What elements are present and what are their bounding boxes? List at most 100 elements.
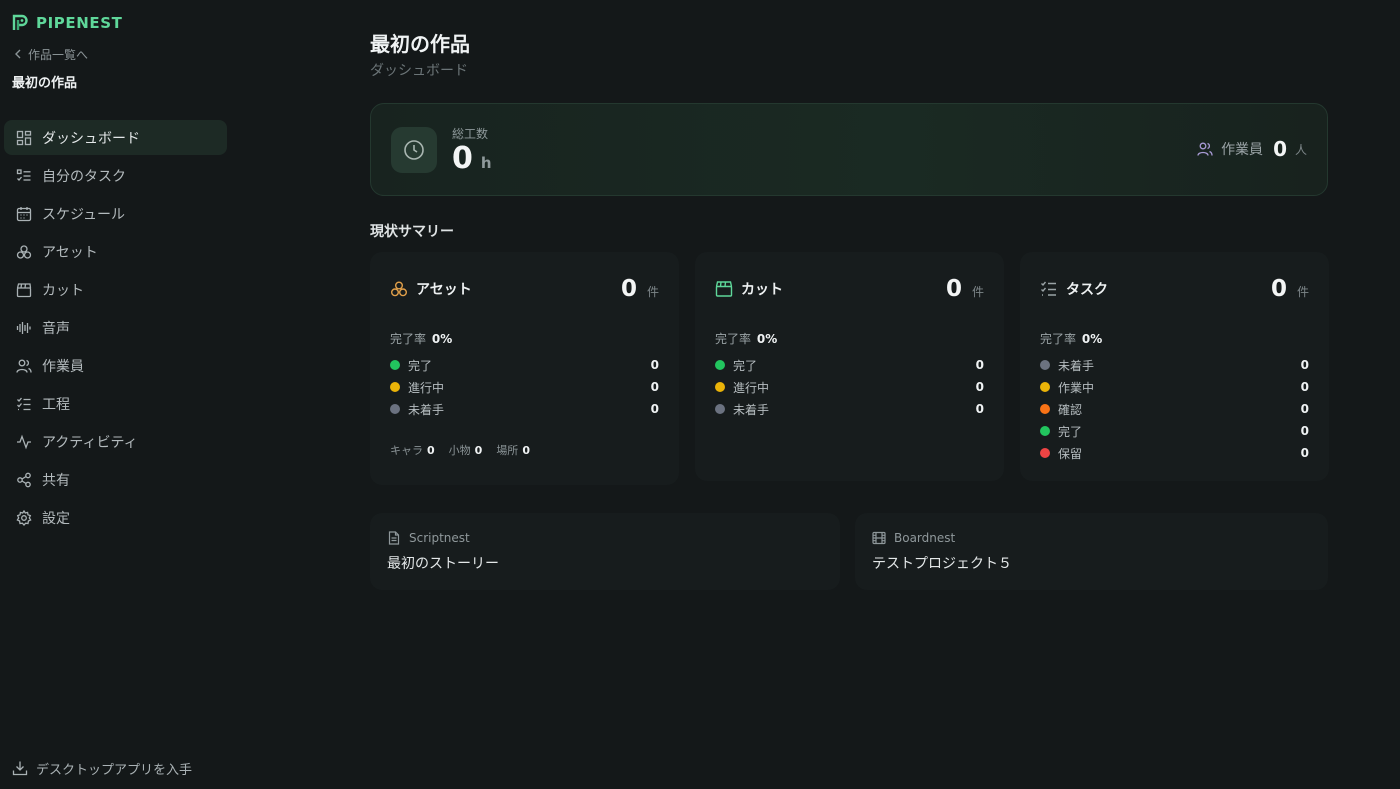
card-count-unit: 件 [971, 285, 984, 299]
status-dot [1040, 448, 1050, 458]
users-icon [16, 358, 32, 374]
status-list: 未着手 0 作業中 0 確認 0 完了 0 保留 0 [1040, 354, 1309, 464]
status-label: 作業中 [1058, 380, 1095, 395]
sidebar-item-assets[interactable]: アセット [4, 234, 227, 269]
completion-rate: 完了率 0% [390, 330, 452, 347]
completion-rate: 完了率 0% [1040, 330, 1102, 347]
cut-summary-card[interactable]: カット 0 件 完了率 0% 完了 0 進行中 0 未着手 0 [695, 252, 1004, 481]
sidebar-item-audio[interactable]: 音声 [4, 310, 227, 345]
status-value: 0 [1300, 402, 1309, 416]
status-value: 0 [1300, 424, 1309, 438]
task-list-icon [1040, 280, 1058, 298]
card-count: 0 [1270, 276, 1287, 302]
status-label: 完了 [1058, 424, 1083, 439]
back-to-works-link[interactable]: 作品一覧へ [14, 46, 88, 62]
status-dot [1040, 382, 1050, 392]
sidebar-item-label: スケジュール [42, 206, 126, 223]
asset-icon [16, 244, 32, 260]
completion-rate-value: 0% [431, 332, 453, 346]
status-value: 0 [1300, 380, 1309, 394]
completion-rate-label: 完了率 [715, 332, 752, 346]
sidebar-item-process[interactable]: 工程 [4, 386, 227, 421]
back-link-label: 作品一覧へ [28, 47, 89, 62]
status-value: 0 [975, 402, 984, 416]
sidebar-item-workers[interactable]: 作業員 [4, 348, 227, 383]
status-label: 未着手 [1058, 358, 1095, 373]
worker-count: 作業員 0 人 [1197, 137, 1307, 161]
sidebar-item-activity[interactable]: アクティビティ [4, 424, 227, 459]
status-value: 0 [1300, 446, 1309, 460]
status-list: 完了 0 進行中 0 未着手 0 [715, 354, 984, 420]
activity-icon [16, 434, 32, 450]
status-row: 完了 0 [1040, 420, 1309, 442]
brand[interactable]: PIPENEST [12, 12, 122, 34]
sidebar-item-my-tasks[interactable]: 自分のタスク [4, 158, 227, 193]
status-value: 0 [1300, 358, 1309, 372]
document-icon [387, 531, 401, 545]
total-hours-label: 総工数 [452, 127, 489, 141]
status-row: 完了 0 [715, 354, 984, 376]
dashboard-icon [16, 130, 32, 146]
clapperboard-icon [715, 280, 733, 298]
status-dot [390, 382, 400, 392]
status-label: 進行中 [733, 380, 770, 395]
status-dot [390, 404, 400, 414]
status-label: 未着手 [733, 402, 770, 417]
share-icon [16, 472, 32, 488]
status-label: 完了 [408, 358, 433, 373]
download-label: デスクトップアプリを入手 [36, 762, 193, 778]
linked-service-name: Boardnest [894, 531, 956, 545]
card-title: カット [741, 282, 783, 298]
download-icon [12, 760, 28, 776]
worker-count-number: 0 [1273, 137, 1287, 161]
scriptnest-link-card[interactable]: Scriptnest 最初のストーリー [370, 513, 840, 590]
boardnest-link-card[interactable]: Boardnest テストプロジェクト５ [855, 513, 1328, 590]
asset-type-count: キャラ 0 [390, 444, 435, 457]
asset-icon [390, 280, 408, 298]
worker-count-label: 作業員 [1221, 142, 1264, 158]
linked-project-name: 最初のストーリー [387, 556, 499, 572]
task-summary-card[interactable]: タスク 0 件 完了率 0% 未着手 0 作業中 0 確認 0 完了 0 保留 … [1020, 252, 1329, 481]
status-row: 保留 0 [1040, 442, 1309, 464]
status-value: 0 [975, 380, 984, 394]
sidebar-item-schedule[interactable]: スケジュール [4, 196, 227, 231]
status-row: 未着手 0 [715, 398, 984, 420]
status-value: 0 [975, 358, 984, 372]
sidebar-item-label: カット [42, 282, 84, 299]
status-label: 保留 [1058, 446, 1083, 461]
card-count: 0 [620, 276, 637, 302]
project-name: 最初の作品 [12, 76, 78, 91]
status-dot [1040, 404, 1050, 414]
asset-summary-card[interactable]: アセット 0 件 完了率 0% 完了 0 進行中 0 未着手 0 キャラ 0 小… [370, 252, 679, 485]
film-icon [872, 531, 886, 545]
download-desktop-app-link[interactable]: デスクトップアプリを入手 [12, 758, 192, 778]
sidebar-item-dashboard[interactable]: ダッシュボード [4, 120, 227, 155]
status-row: 未着手 0 [390, 398, 659, 420]
status-dot [390, 360, 400, 370]
audio-wave-icon [16, 320, 32, 336]
section-title: 現状サマリー [370, 224, 454, 240]
my-tasks-icon [16, 168, 32, 184]
sidebar-item-label: 作業員 [42, 358, 84, 375]
status-dot [715, 404, 725, 414]
sidebar-item-settings[interactable]: 設定 [4, 500, 227, 535]
sidebar-item-share[interactable]: 共有 [4, 462, 227, 497]
clock-icon [391, 127, 437, 173]
pipenest-logo-icon [12, 14, 30, 32]
total-hours-card: 総工数 0 h 作業員 0 人 [370, 103, 1328, 196]
status-list: 完了 0 進行中 0 未着手 0 [390, 354, 659, 420]
sidebar-item-label: 設定 [42, 510, 70, 527]
process-list-icon [16, 396, 32, 412]
status-dot [715, 382, 725, 392]
sidebar-item-label: 自分のタスク [42, 168, 126, 185]
total-hours-unit: h [480, 154, 492, 172]
chevron-left-icon [14, 49, 22, 59]
gear-icon [16, 509, 32, 526]
calendar-icon [16, 206, 32, 222]
status-label: 未着手 [408, 402, 445, 417]
sidebar-item-label: 共有 [42, 472, 70, 489]
status-row: 完了 0 [390, 354, 659, 376]
sidebar-item-label: 音声 [42, 320, 70, 337]
sidebar-item-cuts[interactable]: カット [4, 272, 227, 307]
card-count-unit: 件 [646, 285, 659, 299]
